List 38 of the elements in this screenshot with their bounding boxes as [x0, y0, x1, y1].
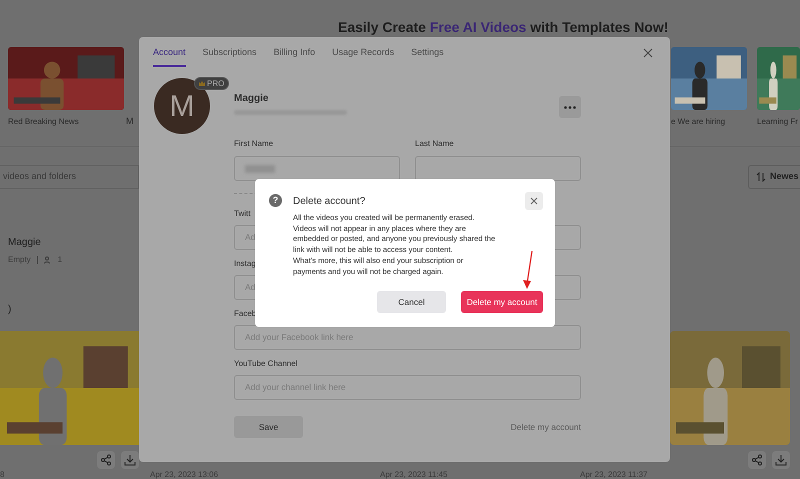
template-title: Red Breaking News: [8, 116, 80, 128]
close-icon: [530, 197, 538, 205]
crown-icon: [199, 81, 205, 86]
delete-account-link[interactable]: Delete my account: [510, 420, 581, 434]
download-icon[interactable]: [121, 451, 139, 469]
tab[interactable]: Settings: [411, 46, 444, 66]
cancel-button[interactable]: Cancel: [377, 291, 446, 314]
folder-name: Maggie: [8, 236, 42, 250]
question-icon: ?: [269, 194, 282, 207]
sort-icon: [756, 172, 766, 182]
tab[interactable]: Billing Info: [274, 46, 316, 66]
field-label: YouTube Channel: [234, 358, 298, 370]
close-icon[interactable]: [643, 48, 653, 58]
field-label: Last Name: [415, 138, 454, 150]
tab[interactable]: Account: [153, 46, 186, 66]
more-button[interactable]: [559, 96, 581, 118]
pro-badge: PRO: [194, 77, 230, 90]
template-title: M: [125, 115, 134, 128]
delete-button[interactable]: Delete my account: [461, 291, 543, 314]
field-label: First Name: [234, 138, 274, 150]
download-icon[interactable]: [772, 451, 790, 469]
banner-heading: Easily Create Free AI Videos with Templates Now!: [338, 18, 668, 37]
blurred-value: [245, 164, 275, 172]
tab[interactable]: Subscriptions: [202, 46, 257, 66]
more-icon: [564, 106, 576, 108]
annotation-arrow: [522, 250, 534, 290]
dialog-title: Delete account?: [293, 195, 366, 209]
template-title: e We are hiring: [671, 116, 726, 128]
sort-button[interactable]: Newes: [748, 165, 800, 189]
close-button[interactable]: [525, 192, 543, 210]
user-name: Maggie: [234, 92, 268, 106]
tab[interactable]: Usage Records: [332, 46, 394, 66]
section-title: ): [8, 303, 12, 317]
share-icon[interactable]: [748, 451, 766, 469]
field-label: Twitt: [234, 208, 250, 220]
share-icon[interactable]: [97, 451, 115, 469]
save-button[interactable]: Save: [234, 416, 303, 438]
template-title: Learning Fr: [757, 116, 799, 128]
